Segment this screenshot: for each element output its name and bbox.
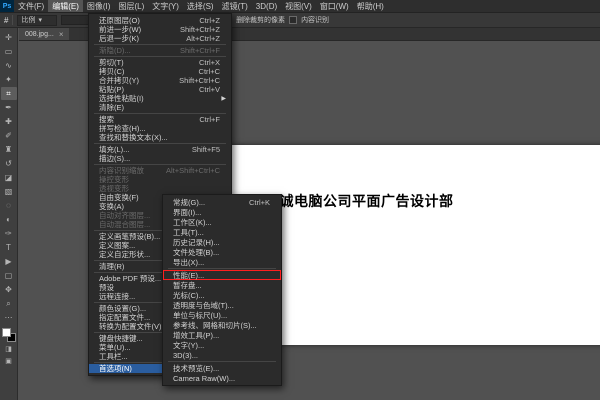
lasso-tool[interactable]: ∿ [1,59,17,72]
submenu-item-tools[interactable]: 工具(T)... [163,227,281,237]
menu-item-clear[interactable]: 清除(E) [89,103,231,112]
eraser-tool[interactable]: ◪ [1,171,17,184]
blur-tool[interactable]: ◌ [1,199,17,212]
submenu-item-general[interactable]: 常规(G)... Ctrl+K [163,197,281,207]
quick-mask-button[interactable]: ◨ [1,343,17,354]
path-selection-tool[interactable]: ▶ [1,255,17,268]
menu-item-fade[interactable]: 渐隐(D)... Shift+Ctrl+F [89,46,231,55]
document-tab[interactable]: 008.jpg... × [19,28,69,40]
crop-ratio-dropdown[interactable]: 比例 ▾ [17,15,57,26]
content-aware-label: 内容识别 [301,15,329,25]
preferences-submenu: 常规(G)... Ctrl+K 界面(I)... 工作区(K)... 工具(T)… [162,194,282,386]
move-tool[interactable]: ✛ [1,31,17,44]
document-tab-label: 008.jpg... [25,31,54,38]
screen-mode-button[interactable]: ▣ [1,355,17,366]
app-icon: Ps [0,0,14,12]
brush-tool[interactable]: ✐ [1,129,17,142]
menubar-item-help[interactable]: 帮助(H) [353,0,388,12]
hand-tool[interactable]: ✥ [1,283,17,296]
rectangle-tool[interactable]: ▢ [1,269,17,282]
crop-tool-icon: # [4,16,8,25]
content-aware-checkbox[interactable] [289,16,297,24]
history-brush-tool[interactable]: ↺ [1,157,17,170]
zoom-tool[interactable]: ⌕ [1,297,17,310]
divider [12,15,13,25]
eyedropper-tool[interactable]: ✒ [1,101,17,114]
submenu-item-camera-raw[interactable]: Camera Raw(W)... [163,373,281,383]
document-headline-text: 天诚电脑公司平面广告设计部 [265,191,454,211]
crop-width-input[interactable] [61,15,91,25]
photoshop-window: Ps 文件(F) 编辑(E) 图像(I) 图层(L) 文字(Y) 选择(S) 滤… [0,0,600,400]
submenu-item-3d[interactable]: 3D(3)... [163,350,281,360]
submenu-item-transparency-gamut[interactable]: 透明度与色域(T)... [163,300,281,310]
menu-item-step-backward[interactable]: 后退一步(K) Alt+Ctrl+Z [89,34,231,43]
submenu-item-history-log[interactable]: 历史记录(H)... [163,237,281,247]
submenu-item-workspace[interactable]: 工作区(K)... [163,217,281,227]
menubar-item-3d[interactable]: 3D(D) [252,0,281,12]
submenu-item-cursors[interactable]: 光标(C)... [163,290,281,300]
submenu-item-guides-grid-slices[interactable]: 参考线、网格和切片(S)... [163,320,281,330]
submenu-arrow-icon: ▶ [220,95,226,102]
gradient-tool[interactable]: ▧ [1,185,17,198]
dodge-tool[interactable]: ◐ [1,213,17,226]
spot-healing-brush-tool[interactable]: ✚ [1,115,17,128]
tool-panel: ✛ ▭ ∿ ✦ ⌗ ✒ ✚ ✐ ♜ ↺ [0,28,18,400]
quick-mask-icon: ◨ [5,345,12,353]
menubar-item-layer[interactable]: 图层(L) [114,0,148,12]
quick-selection-tool[interactable]: ✦ [1,73,17,86]
foreground-color-swatch[interactable] [2,328,11,337]
submenu-item-export[interactable]: 导出(X)... [163,257,281,267]
close-icon[interactable]: × [59,30,64,39]
menubar-item-window[interactable]: 窗口(W) [316,0,353,12]
edit-toolbar-button[interactable]: ⋯ [1,311,17,324]
color-swatches [2,328,16,342]
submenu-item-plug-ins[interactable]: 增效工具(P)... [163,330,281,340]
crop-tool[interactable]: ⌗ [1,87,17,100]
submenu-item-units-rulers[interactable]: 单位与标尺(U)... [163,310,281,320]
menu-item-stroke[interactable]: 描边(S)... [89,154,231,163]
submenu-item-interface[interactable]: 界面(I)... [163,207,281,217]
menubar-item-type[interactable]: 文字(Y) [148,0,183,12]
screen-mode-icon: ▣ [5,357,12,365]
rectangular-marquee-tool[interactable]: ▭ [1,45,17,58]
pen-tool[interactable]: ✑ [1,227,17,240]
menubar-item-filter[interactable]: 滤镜(T) [218,0,252,12]
menubar-item-file[interactable]: 文件(F) [14,0,48,12]
menubar-item-select[interactable]: 选择(S) [183,0,218,12]
menubar-item-view[interactable]: 视图(V) [281,0,316,12]
clone-stamp-tool[interactable]: ♜ [1,143,17,156]
submenu-item-scratch-disks[interactable]: 暂存盘... [163,280,281,290]
chevron-down-icon: ▾ [38,16,42,24]
menubar-item-edit[interactable]: 编辑(E) [48,0,83,12]
menu-item-find-replace-text[interactable]: 查找和替换文本(X)... [89,133,231,142]
menubar-item-image[interactable]: 图像(I) [83,0,115,12]
submenu-item-type[interactable]: 文字(Y)... [163,340,281,350]
horizontal-type-tool[interactable]: T [1,241,17,254]
menubar: Ps 文件(F) 编辑(E) 图像(I) 图层(L) 文字(Y) 选择(S) 滤… [0,0,600,13]
submenu-item-technology-previews[interactable]: 技术预览(E)... [163,363,281,373]
submenu-item-file-handling[interactable]: 文件处理(B)... [163,247,281,257]
delete-cropped-pixels-label: 删除裁剪的像素 [236,15,285,25]
submenu-item-performance[interactable]: 性能(E)... [163,270,281,280]
